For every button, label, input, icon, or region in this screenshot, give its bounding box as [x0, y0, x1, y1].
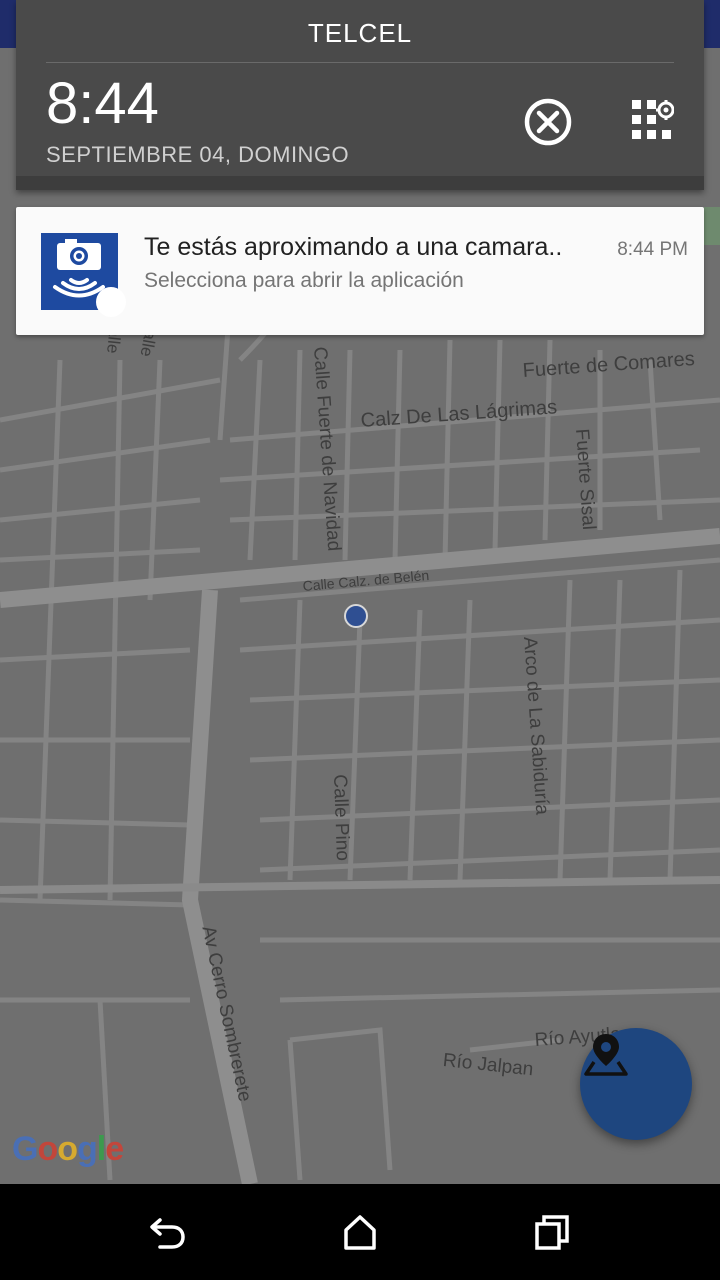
map-location-button[interactable]: [580, 1028, 692, 1140]
notification-title: Te estás aproximando a una camara..: [144, 233, 563, 261]
notification-shade-header: TELCEL 8:44 SEPTIEMBRE 04, DOMINGO: [16, 0, 704, 190]
shade-bottom-edge: [16, 176, 704, 190]
notification-time: 8:44 PM: [617, 239, 688, 260]
map-pin-icon: [584, 1034, 628, 1076]
close-circle-icon: [524, 98, 572, 146]
home-button[interactable]: [340, 1212, 380, 1252]
quick-settings-button[interactable]: [630, 98, 675, 142]
divider: [46, 62, 674, 63]
google-logo: Google: [12, 1130, 124, 1168]
date: SEPTIEMBRE 04, DOMINGO: [46, 142, 350, 167]
navigation-bar: [0, 1184, 720, 1280]
clear-all-button[interactable]: [522, 96, 574, 148]
notification-badge: [96, 287, 126, 317]
quick-settings-grid-icon: [632, 100, 675, 139]
recents-button[interactable]: [532, 1212, 572, 1252]
street-label: Calle Pino: [329, 774, 354, 862]
recents-icon: [535, 1215, 569, 1250]
clock: 8:44: [46, 71, 159, 136]
current-location-dot: [344, 604, 368, 628]
back-button[interactable]: [148, 1212, 188, 1252]
notification-card[interactable]: Te estás aproximando a una camara.. 8:44…: [16, 207, 704, 335]
home-icon: [344, 1215, 376, 1250]
carrier-name: TELCEL: [307, 18, 413, 48]
back-icon: [150, 1218, 185, 1249]
notification-text: Selecciona para abrir la aplicación: [144, 269, 464, 292]
